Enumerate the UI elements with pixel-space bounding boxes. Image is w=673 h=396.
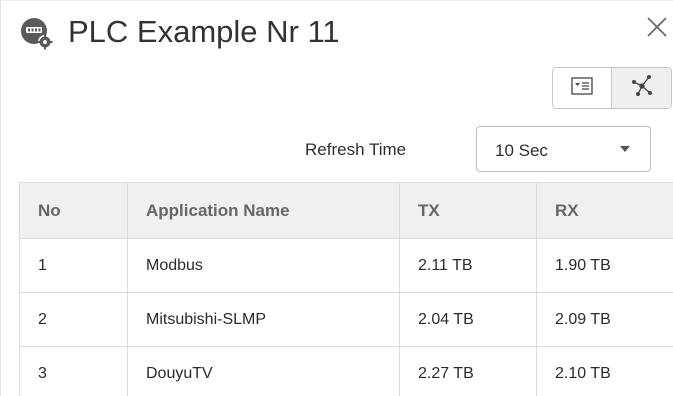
table-view-button[interactable] bbox=[553, 68, 613, 108]
topology-view-button[interactable] bbox=[612, 68, 671, 108]
table-row[interactable]: 2 Mitsubishi-SLMP 2.04 TB 2.09 TB bbox=[19, 292, 673, 347]
cell-tx: 2.27 TB bbox=[399, 346, 537, 396]
chevron-down-icon bbox=[620, 146, 630, 152]
close-icon[interactable] bbox=[644, 14, 670, 40]
dialog-title: PLC Example Nr 11 bbox=[68, 14, 340, 49]
table-header-row: No Application Name TX RX bbox=[19, 182, 673, 239]
cell-tx: 2.04 TB bbox=[399, 292, 537, 347]
topology-view-icon bbox=[630, 74, 654, 103]
column-header-no[interactable]: No bbox=[19, 182, 128, 239]
refresh-time-value: 10 Sec bbox=[495, 141, 548, 160]
refresh-time-select[interactable]: 10 Sec bbox=[476, 126, 651, 172]
view-toggle bbox=[552, 67, 672, 109]
cell-rx: 1.90 TB bbox=[536, 238, 673, 293]
table-row[interactable]: 1 Modbus 2.11 TB 1.90 TB bbox=[19, 238, 673, 293]
cell-rx: 2.09 TB bbox=[536, 292, 673, 347]
table-row[interactable]: 3 DouyuTV 2.27 TB 2.10 TB bbox=[19, 346, 673, 396]
column-header-rx[interactable]: RX bbox=[536, 182, 673, 239]
column-header-application-name[interactable]: Application Name bbox=[127, 182, 400, 239]
cell-application-name: Mitsubishi-SLMP bbox=[127, 292, 400, 347]
column-header-tx[interactable]: TX bbox=[399, 182, 537, 239]
cell-no: 2 bbox=[19, 292, 128, 347]
cell-application-name: Modbus bbox=[127, 238, 400, 293]
cell-no: 1 bbox=[19, 238, 128, 293]
plc-device-icon bbox=[19, 16, 55, 52]
cell-rx: 2.10 TB bbox=[536, 346, 673, 396]
cell-tx: 2.11 TB bbox=[399, 238, 537, 293]
applications-table: No Application Name TX RX 1 Modbus 2.11 … bbox=[19, 182, 673, 396]
table-view-icon bbox=[571, 76, 593, 100]
refresh-time-label: Refresh Time bbox=[305, 140, 407, 159]
cell-no: 3 bbox=[19, 346, 128, 396]
cell-application-name: DouyuTV bbox=[127, 346, 400, 396]
plc-details-dialog: PLC Example Nr 11 Refresh Time 10 Sec No… bbox=[0, 0, 673, 396]
